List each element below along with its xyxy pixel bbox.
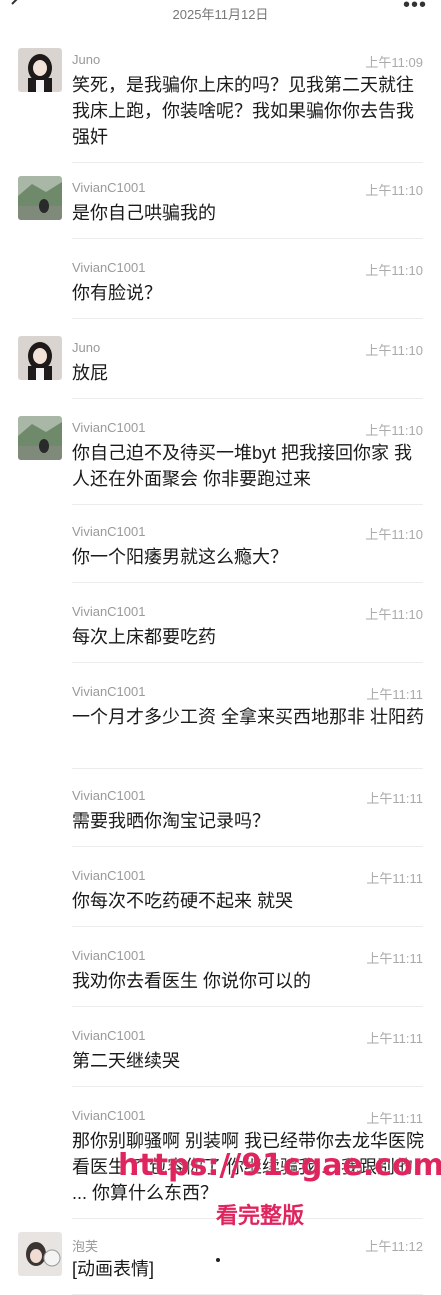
message-divider [72, 768, 423, 769]
message-text: 你每次不吃药硬不起来 就哭 [72, 891, 293, 911]
message-time: 上午11:11 [366, 951, 423, 966]
message-time: 上午11:10 [365, 263, 423, 278]
chat-date: 2025年11月12日 [172, 7, 269, 22]
sender-name: VivianC1001 [72, 684, 146, 699]
message-time: 上午11:09 [365, 55, 423, 70]
more-icon[interactable]: ••• [403, 0, 427, 17]
message-text: 每次上床都要吃药 [72, 627, 216, 647]
watermark-url: https://91cgae.com [118, 1148, 441, 1183]
message-text: 你一个阳痿男就这么瘾大？ [72, 547, 288, 567]
message-text: 一个月才多少工资 全拿来买西地那非 壮阳药 [72, 707, 424, 727]
sender-name: VivianC1001 [72, 1028, 146, 1043]
sender-name: VivianC1001 [72, 180, 146, 195]
message-text: 需要我晒你淘宝记录吗？ [72, 811, 270, 831]
message-text: 你有脸说？ [72, 283, 162, 303]
message-divider [72, 238, 423, 239]
message-divider [72, 846, 423, 847]
message-text: 你自己迫不及待买一堆byt 把我接回你家 我人还在外面聚会 你非要跑过来 [72, 443, 413, 489]
sender-name: VivianC1001 [72, 260, 146, 275]
sender-name: 泡芙 [72, 1239, 99, 1254]
message-time: 上午11:10 [365, 343, 423, 358]
message-text: 我劝你去看医生 你说你可以的 [72, 971, 311, 991]
watermark-caption: 看完整版 [216, 1204, 305, 1229]
message-divider [72, 318, 423, 319]
avatar[interactable] [18, 416, 62, 460]
sender-name: VivianC1001 [72, 948, 146, 963]
message-time: 上午11:11 [366, 791, 423, 806]
message-divider [72, 504, 423, 505]
sender-name: VivianC1001 [72, 420, 146, 435]
message-time: 上午11:11 [366, 871, 423, 886]
message-time: 上午11:10 [365, 183, 423, 198]
sender-name: Juno [72, 340, 101, 355]
sender-name: VivianC1001 [72, 524, 146, 539]
message-time: 上午11:10 [365, 527, 423, 542]
message-divider [72, 1006, 423, 1007]
message-divider [72, 582, 423, 583]
sender-name: VivianC1001 [72, 868, 146, 883]
message-text: 是你自己哄骗我的 [72, 203, 216, 223]
avatar[interactable] [18, 1232, 62, 1276]
chat-header: 2025年11月12日 ••• [0, 0, 441, 30]
sender-name: VivianC1001 [72, 1108, 146, 1123]
sender-name: Juno [72, 52, 101, 67]
message-text: 笑死，是我骗你上床的吗？见我第二天就往我床上跑，你装啥呢？我如果骗你你去告我强奸 [72, 75, 414, 147]
dot-mark [216, 1258, 220, 1262]
message-divider [72, 926, 423, 927]
message-time: 上午11:12 [365, 1239, 423, 1254]
message-divider [72, 1086, 423, 1087]
sender-name: VivianC1001 [72, 604, 146, 619]
sender-name: VivianC1001 [72, 788, 146, 803]
message-divider [72, 662, 423, 663]
message-time: 上午11:11 [366, 1111, 423, 1126]
message-divider [72, 398, 423, 399]
message-text: 放屁 [72, 363, 108, 383]
message-divider [72, 162, 423, 163]
message-text: 第二天继续哭 [72, 1051, 180, 1071]
message-time: 上午11:10 [365, 423, 423, 438]
message-time: 上午11:11 [366, 687, 423, 702]
message-time: 上午11:10 [365, 607, 423, 622]
avatar[interactable] [18, 48, 62, 92]
message-time: 上午11:11 [366, 1031, 423, 1046]
message-text: [动画表情] [72, 1259, 155, 1279]
avatar[interactable] [18, 176, 62, 220]
avatar[interactable] [18, 336, 62, 380]
